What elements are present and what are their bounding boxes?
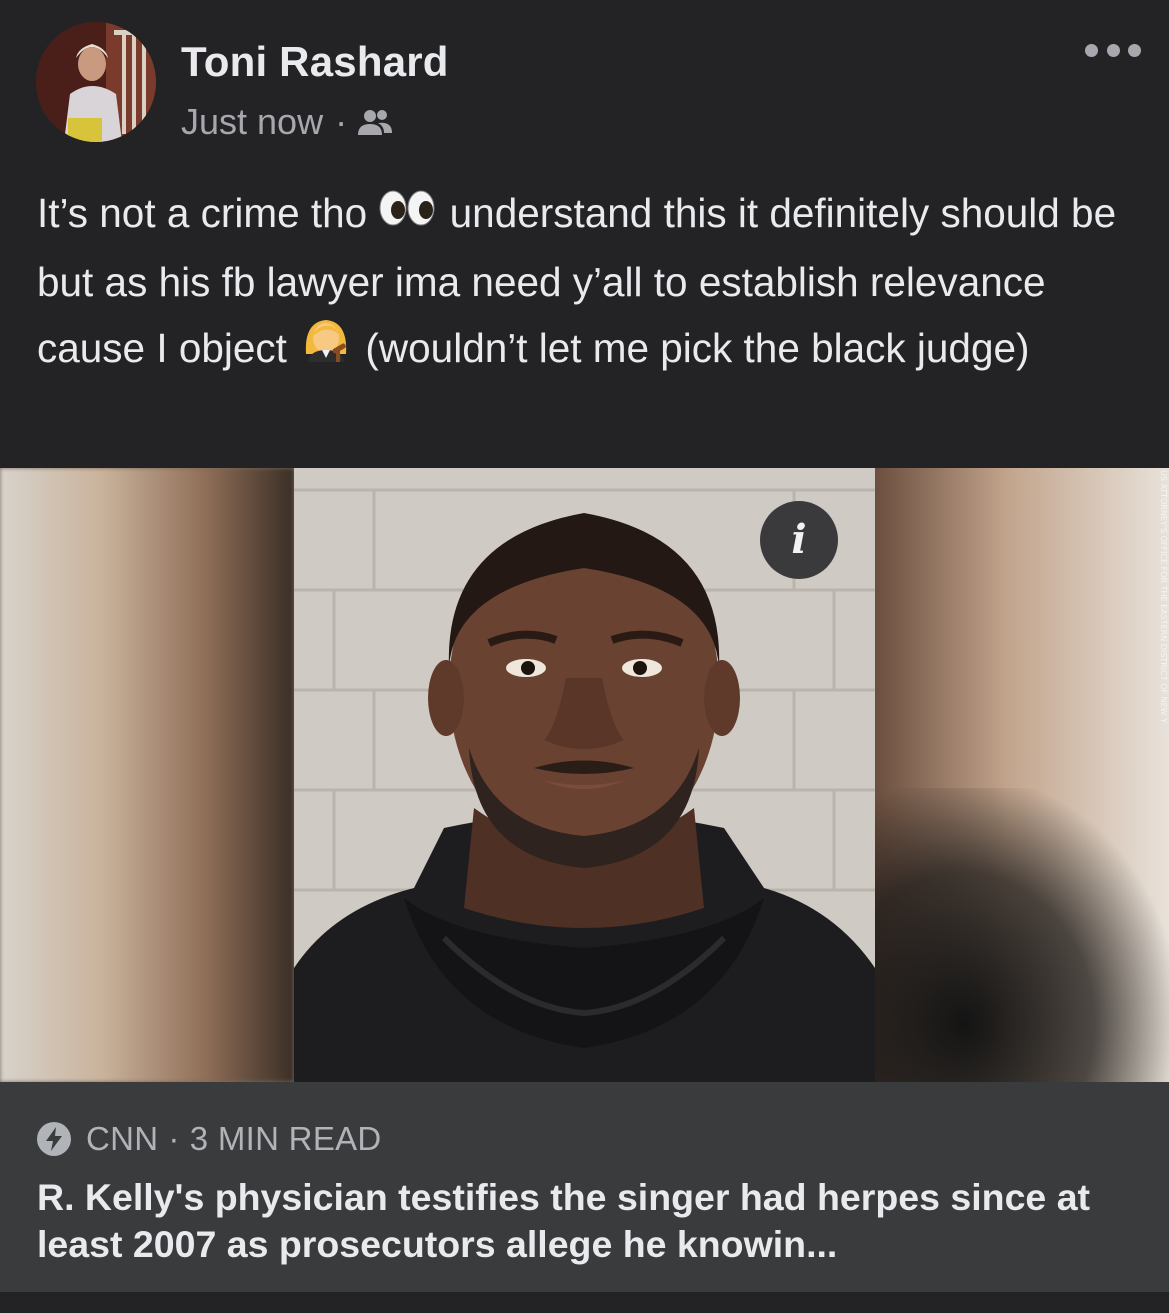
feed-post: Toni Rashard Just now · It’s not a crime… [0, 0, 1169, 1313]
blurred-image-background [0, 468, 294, 1082]
link-card[interactable]: CNN · 3 MIN READ R. Kelly's physician te… [0, 1082, 1169, 1292]
photo-credit: US ATTORNEY'S OFFICE FOR THE EASTERN DIS… [1158, 470, 1169, 770]
lightning-bolt-icon [36, 1121, 72, 1157]
meta-separator: · [335, 101, 348, 142]
post-timestamp[interactable]: Just now [181, 101, 323, 143]
link-headline[interactable]: R. Kelly's physician testifies the singe… [37, 1174, 1137, 1268]
link-source: CNN · 3 MIN READ [36, 1120, 382, 1158]
read-time: 3 MIN READ [189, 1120, 382, 1157]
post-text-part-3: (wouldn’t let me pick the black judge) [354, 325, 1030, 372]
more-dot [1128, 43, 1141, 57]
author-name[interactable]: Toni Rashard [181, 38, 449, 86]
photo-credit-text: US ATTORNEY'S OFFICE FOR THE EASTERN DIS… [1159, 470, 1168, 723]
post-text-part-1: It’s not a crime tho [37, 190, 379, 236]
more-dot [1085, 43, 1098, 57]
link-preview-image[interactable]: i [0, 468, 1169, 1082]
source-name: CNN [86, 1120, 159, 1157]
info-icon[interactable]: i [760, 501, 838, 579]
more-options-icon[interactable] [1085, 36, 1141, 64]
source-separator: · [168, 1120, 180, 1157]
post-bottom-edge [0, 1292, 1169, 1313]
more-dot [1106, 43, 1120, 57]
post-meta: Just now · [181, 101, 393, 143]
eyes-emoji [378, 179, 438, 245]
woman-judge-emoji [298, 314, 354, 381]
blurred-image-background [875, 468, 1169, 1082]
friends-icon[interactable] [357, 106, 393, 138]
post-text: It’s not a crime tho understand this it … [37, 180, 1127, 385]
author-avatar[interactable] [36, 22, 156, 142]
